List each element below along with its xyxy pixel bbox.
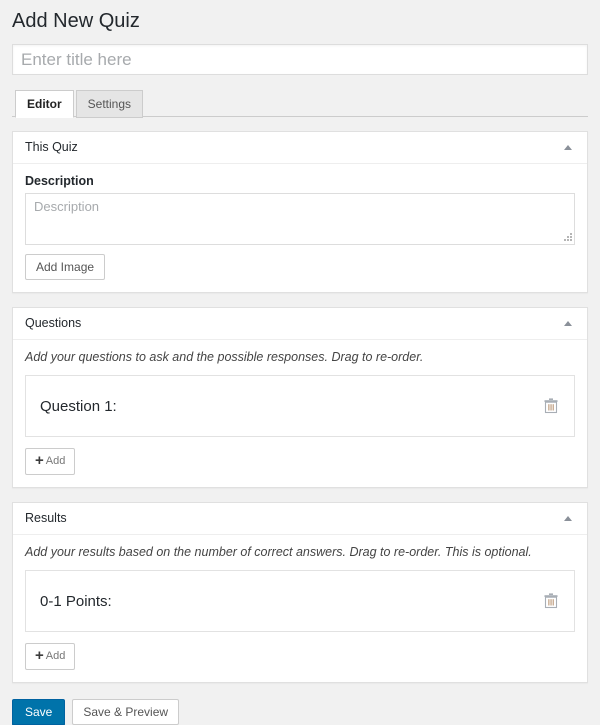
caret-up-icon[interactable]: [561, 512, 575, 526]
caret-up-icon[interactable]: [561, 141, 575, 155]
add-question-button[interactable]: + Add: [25, 448, 76, 475]
panel-title-results: Results: [25, 511, 67, 526]
add-question-label: Add: [45, 455, 66, 467]
trash-icon[interactable]: [542, 396, 560, 416]
plus-icon: +: [35, 452, 44, 469]
plus-icon: +: [35, 647, 44, 664]
form-actions: Save Save & Preview: [12, 683, 588, 725]
panel-questions: Questions Add your questions to ask and …: [12, 307, 588, 488]
result-list-item[interactable]: 0-1 Points:: [25, 570, 575, 632]
panel-body-questions: Add your questions to ask and the possib…: [13, 340, 587, 487]
save-button[interactable]: Save: [12, 699, 66, 725]
panel-header-results: Results: [13, 503, 587, 535]
quiz-editor-page: Add New Quiz Editor Settings This Quiz D…: [0, 0, 600, 725]
description-label: Description: [25, 174, 94, 188]
caret-up-icon[interactable]: [561, 317, 575, 331]
add-image-button[interactable]: Add Image: [25, 254, 106, 280]
panel-results: Results Add your results based on the nu…: [12, 502, 588, 683]
question-item-label: Question 1:: [40, 397, 117, 415]
panel-header-this-quiz: This Quiz: [13, 132, 587, 164]
panel-this-quiz: This Quiz Description Add Image: [12, 131, 588, 293]
editor-tabs: Editor Settings: [12, 88, 588, 118]
description-field-wrapper: [25, 193, 575, 245]
panel-body-this-quiz: Description Add Image: [13, 164, 587, 292]
panel-title-this-quiz: This Quiz: [25, 140, 78, 155]
panel-body-results: Add your results based on the number of …: [13, 535, 587, 682]
result-item-label: 0-1 Points:: [40, 592, 112, 610]
results-helper-text: Add your results based on the number of …: [25, 545, 532, 559]
questions-helper-text: Add your questions to ask and the possib…: [25, 350, 424, 364]
description-textarea[interactable]: [25, 193, 575, 245]
add-result-button[interactable]: + Add: [25, 643, 76, 670]
save-and-preview-button[interactable]: Save & Preview: [72, 699, 180, 725]
add-result-label: Add: [45, 650, 66, 662]
question-list-item[interactable]: Question 1:: [25, 375, 575, 437]
quiz-title-input[interactable]: [12, 44, 588, 75]
tab-settings[interactable]: Settings: [75, 90, 144, 118]
trash-icon[interactable]: [542, 591, 560, 611]
page-title: Add New Quiz: [12, 10, 140, 32]
panel-title-questions: Questions: [25, 316, 82, 331]
panel-header-questions: Questions: [13, 308, 587, 340]
tab-editor[interactable]: Editor: [15, 90, 74, 118]
